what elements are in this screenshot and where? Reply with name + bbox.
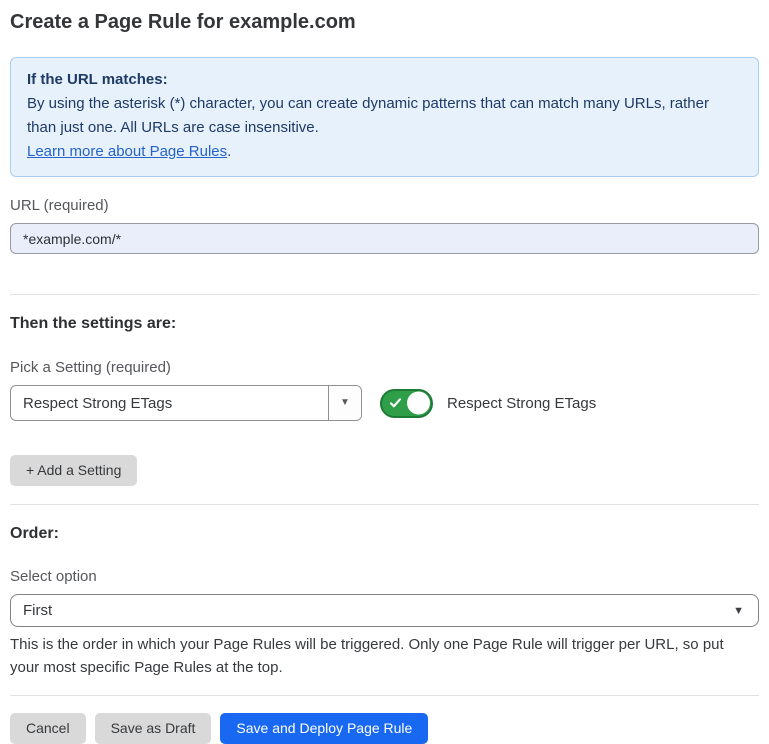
order-select-label: Select option	[10, 568, 759, 585]
setting-toggle-group: Respect Strong ETags	[380, 389, 596, 418]
caret-down-icon: ▼	[733, 605, 744, 617]
page-title: Create a Page Rule for example.com	[10, 9, 759, 35]
info-box-heading: If the URL matches:	[27, 68, 742, 92]
link-period: .	[227, 143, 231, 160]
order-select-value: First	[23, 602, 52, 619]
caret-down-icon: ▼	[340, 398, 350, 408]
info-box-link-line: Learn more about Page Rules.	[27, 140, 742, 164]
order-select[interactable]: First ▼	[10, 594, 759, 627]
info-box-body: By using the asterisk (*) character, you…	[27, 92, 742, 140]
url-input[interactable]	[10, 223, 759, 254]
pick-setting-label: Pick a Setting (required)	[10, 359, 759, 376]
toggle-knob	[407, 392, 430, 415]
setting-select-arrow-button[interactable]: ▼	[328, 386, 361, 420]
create-page-rule-form: Create a Page Rule for example.com If th…	[0, 0, 769, 744]
footer-divider	[10, 695, 759, 696]
add-setting-button[interactable]: + Add a Setting	[10, 455, 137, 486]
setting-select-value: Respect Strong ETags	[11, 386, 328, 420]
setting-row: Respect Strong ETags ▼ Respect Strong ET…	[10, 385, 759, 421]
check-icon	[389, 397, 402, 410]
setting-toggle-switch[interactable]	[380, 389, 433, 418]
order-help-text: This is the order in which your Page Rul…	[10, 633, 750, 679]
url-field-label: URL (required)	[10, 197, 759, 214]
order-section-heading: Order:	[10, 524, 759, 544]
setting-select[interactable]: Respect Strong ETags ▼	[10, 385, 362, 421]
section-divider	[10, 504, 759, 505]
settings-section-heading: Then the settings are:	[10, 314, 759, 334]
setting-toggle-label: Respect Strong ETags	[447, 395, 596, 412]
section-divider	[10, 294, 759, 295]
learn-more-link[interactable]: Learn more about Page Rules	[27, 143, 227, 160]
url-match-info-box: If the URL matches: By using the asteris…	[10, 57, 759, 177]
